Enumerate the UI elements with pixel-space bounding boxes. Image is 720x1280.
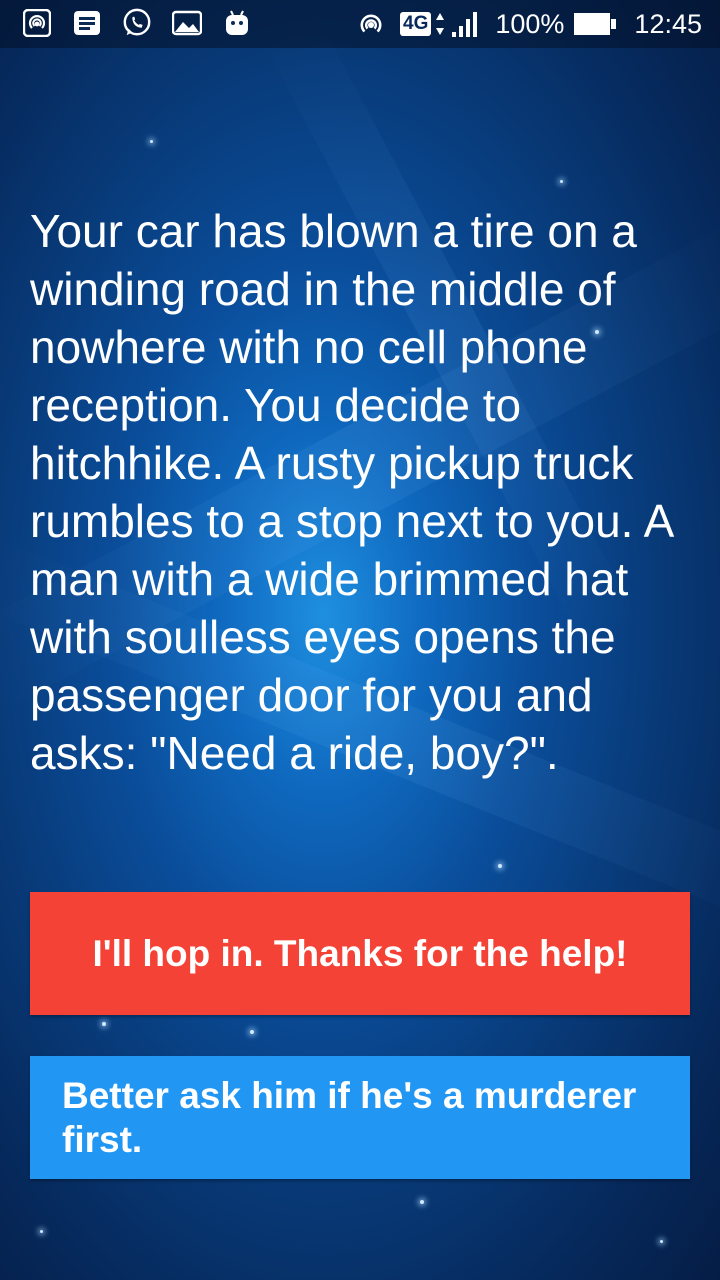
background-sparkle	[40, 1230, 43, 1233]
gallery-icon	[172, 8, 202, 38]
choice-button-hop-in[interactable]: I'll hop in. Thanks for the help!	[30, 892, 690, 1015]
choice-label: I'll hop in. Thanks for the help!	[92, 932, 628, 974]
network-type-label: 4G	[400, 12, 432, 36]
hotspot-active-icon	[356, 9, 386, 39]
notification-icons	[22, 8, 272, 38]
background-sparkle	[102, 1022, 106, 1026]
data-transfer-icon	[435, 11, 445, 37]
message-icon	[72, 8, 102, 38]
clock-time: 12:45	[634, 8, 702, 39]
choice-button-ask-murderer[interactable]: Better ask him if he's a murderer first.	[30, 1056, 690, 1179]
background-sparkle	[498, 864, 502, 868]
network-type-badge: 4G	[400, 12, 432, 36]
signal-strength-icon	[451, 10, 479, 38]
status-bar: 4G 100% 12:45	[0, 0, 720, 48]
battery-icon	[574, 12, 617, 36]
choice-label: Better ask him if he's a murderer first.	[62, 1075, 637, 1160]
background-sparkle	[560, 180, 563, 183]
system-indicators: 4G 100% 12:45	[356, 8, 702, 40]
hotspot-icon	[22, 8, 52, 38]
android-icon	[222, 8, 252, 38]
whatsapp-icon	[122, 8, 152, 38]
battery-percentage: 100%	[495, 8, 565, 39]
background-sparkle	[420, 1200, 424, 1204]
story-text: Your car has blown a tire on a winding r…	[30, 205, 672, 779]
background-sparkle	[250, 1030, 254, 1034]
background-sparkle	[660, 1240, 663, 1243]
background-sparkle	[150, 140, 153, 143]
